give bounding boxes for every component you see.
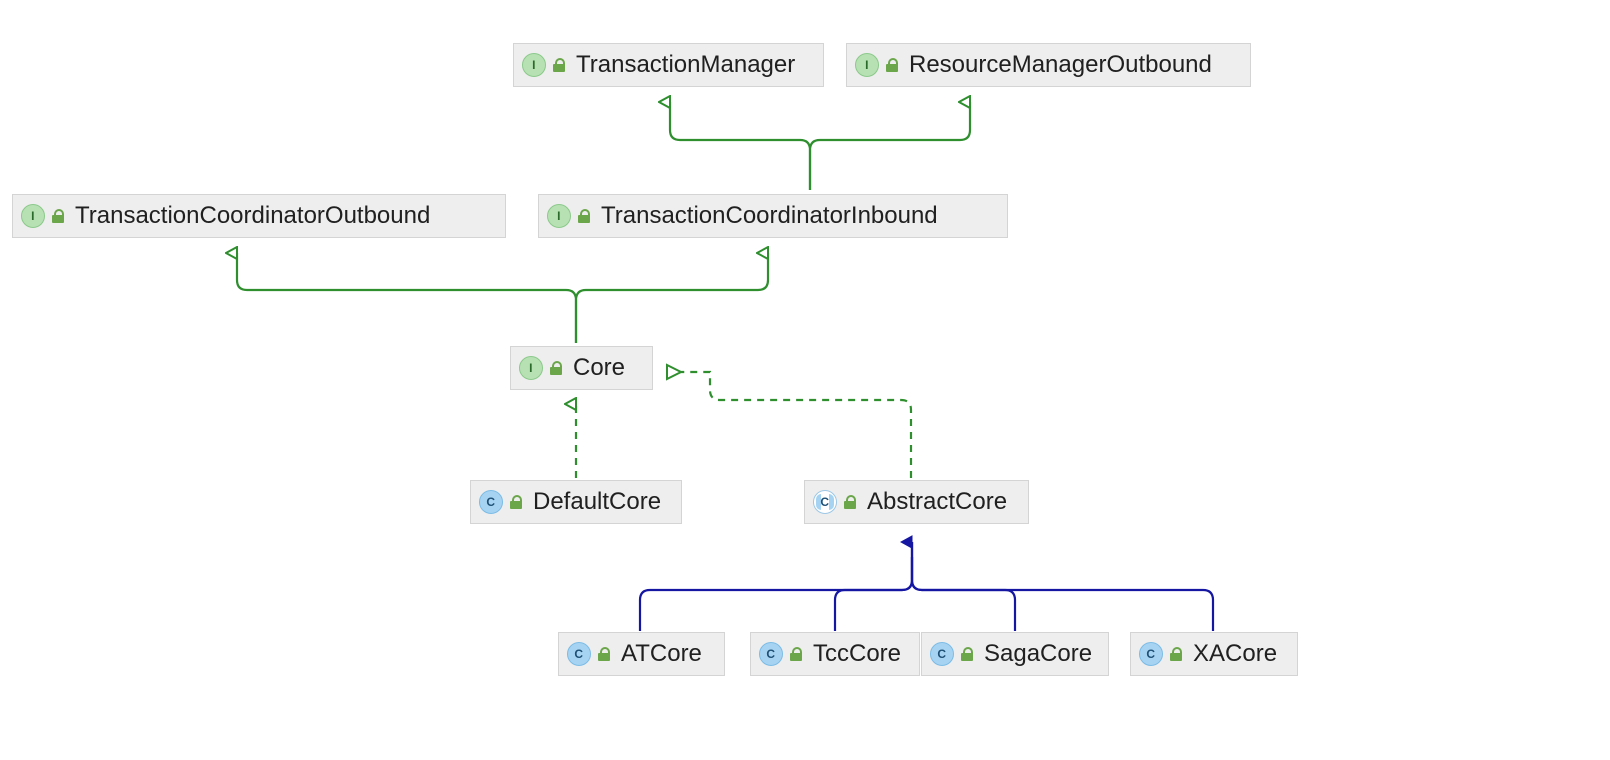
edge-tcccore	[835, 557, 912, 631]
edge-sagacore	[912, 557, 1015, 631]
node-label: Core	[573, 354, 625, 382]
node-default-core[interactable]: C DefaultCore	[470, 480, 682, 524]
lock-icon	[843, 495, 857, 509]
class-icon: C	[479, 490, 503, 514]
lock-icon	[552, 58, 566, 72]
node-txn-coordinator-outbound[interactable]: I TransactionCoordinatorOutbound	[12, 194, 506, 238]
node-label: ResourceManagerOutbound	[909, 51, 1212, 79]
node-at-core[interactable]: C ATCore	[558, 632, 725, 676]
node-core[interactable]: I Core	[510, 346, 653, 390]
node-resource-manager-outbound[interactable]: I ResourceManagerOutbound	[846, 43, 1251, 87]
node-label: DefaultCore	[533, 488, 661, 516]
node-label: TransactionManager	[576, 51, 795, 79]
lock-icon	[885, 58, 899, 72]
lock-icon	[549, 361, 563, 375]
node-txn-coordinator-inbound[interactable]: I TransactionCoordinatorInbound	[538, 194, 1008, 238]
lock-icon	[1169, 647, 1183, 661]
edge-abstractcore-to-core	[667, 372, 911, 478]
lock-icon	[597, 647, 611, 661]
edge-atcore	[640, 557, 912, 631]
class-icon: C	[930, 642, 954, 666]
edge-tci-to-rmo	[810, 102, 970, 190]
lock-icon	[577, 209, 591, 223]
interface-icon: I	[855, 53, 879, 77]
abstract-class-icon: C	[813, 490, 837, 514]
class-icon: C	[759, 642, 783, 666]
edge-core-to-tci	[576, 253, 768, 343]
node-label: AbstractCore	[867, 488, 1007, 516]
node-label: ATCore	[621, 640, 702, 668]
lock-icon	[509, 495, 523, 509]
interface-icon: I	[519, 356, 543, 380]
edge-core-to-tco	[237, 253, 576, 343]
node-abstract-core[interactable]: C AbstractCore	[804, 480, 1029, 524]
node-transaction-manager[interactable]: I TransactionManager	[513, 43, 824, 87]
node-saga-core[interactable]: C SagaCore	[921, 632, 1109, 676]
class-icon: C	[567, 642, 591, 666]
edge-xacore	[912, 557, 1213, 631]
edge-abstractcore-to-core-head	[667, 365, 681, 379]
interface-icon: I	[522, 53, 546, 77]
node-label: XACore	[1193, 640, 1277, 668]
node-label: TransactionCoordinatorOutbound	[75, 202, 430, 230]
edge-tci-to-tm-rmo	[670, 102, 810, 190]
node-tcc-core[interactable]: C TccCore	[750, 632, 920, 676]
lock-icon	[789, 647, 803, 661]
node-label: SagaCore	[984, 640, 1092, 668]
lock-icon	[51, 209, 65, 223]
interface-icon: I	[21, 204, 45, 228]
node-label: TransactionCoordinatorInbound	[601, 202, 938, 230]
lock-icon	[960, 647, 974, 661]
class-icon: C	[1139, 642, 1163, 666]
node-xa-core[interactable]: C XACore	[1130, 632, 1298, 676]
node-label: TccCore	[813, 640, 901, 668]
interface-icon: I	[547, 204, 571, 228]
diagram-canvas: I TransactionManager I ResourceManagerOu…	[0, 0, 1610, 760]
